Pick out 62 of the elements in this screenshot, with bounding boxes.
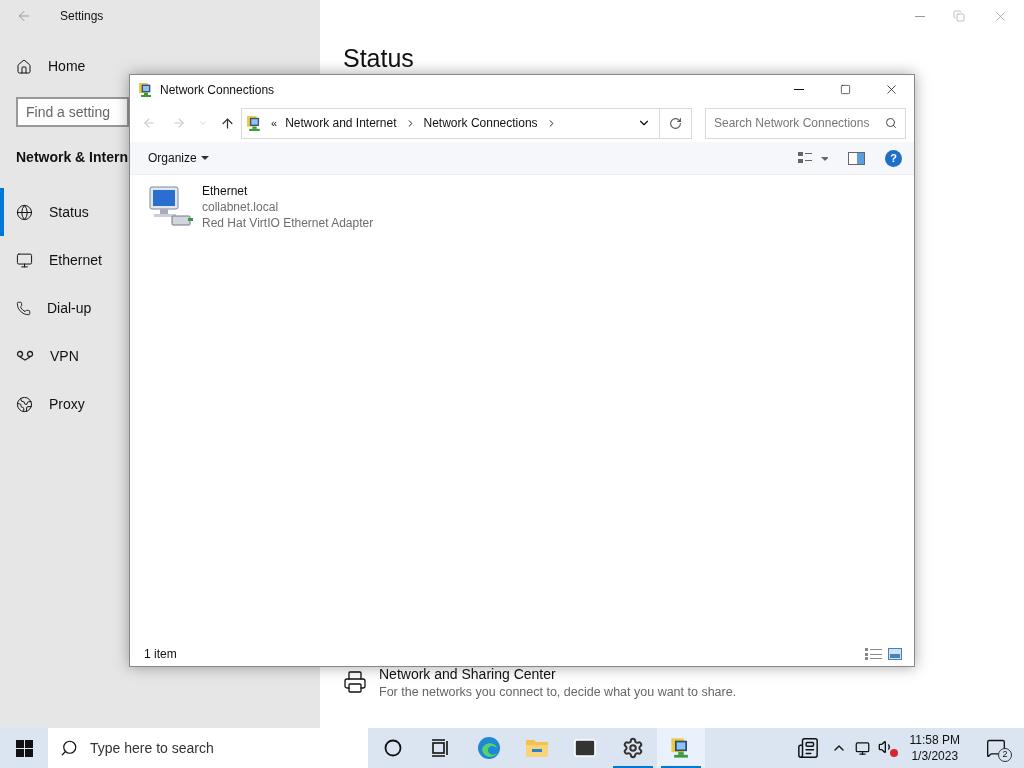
connection-item[interactable]: Ethernet collabnet.local Red Hat VirtIO Ethernet Adapter (148, 183, 388, 231)
clock-date[interactable]: 1/3/2023 (911, 748, 959, 764)
item-domain: collabnet.local (202, 199, 280, 215)
address-bar[interactable]: « Network and Internet Network Connections (241, 107, 692, 139)
search-icon (60, 739, 78, 757)
vpn-icon (16, 350, 34, 362)
breadcrumb-item[interactable]: Network and Internet (285, 114, 397, 132)
large-icons-view-icon[interactable] (888, 648, 902, 660)
printer-folder-icon (343, 670, 367, 695)
maximize-icon (839, 84, 851, 95)
globe-icon (16, 395, 33, 413)
preview-pane-icon[interactable] (848, 151, 865, 165)
nav-item[interactable]: Status (0, 188, 89, 236)
search-icon (885, 117, 897, 129)
section-title: Network & Intern (16, 148, 128, 167)
taskbar-search-field[interactable]: Type here to search (48, 728, 368, 768)
search-field[interactable]: Find a setting (16, 97, 129, 127)
link-description: For the networks you connect to, decide what you want to share. (379, 684, 737, 702)
home-link[interactable]: Home (0, 56, 320, 77)
network-computer-icon (148, 183, 194, 229)
windows-icon (15, 739, 33, 757)
nav-item[interactable]: VPN (0, 332, 79, 380)
up-icon[interactable] (220, 115, 235, 131)
minimize-icon (794, 89, 804, 90)
folder-icon (525, 737, 549, 759)
muted-volume-icon[interactable] (877, 739, 898, 757)
taskbar-app-button[interactable] (657, 728, 705, 768)
news-icon[interactable] (796, 737, 819, 759)
window-title: Settings (60, 8, 104, 25)
task-view-icon (431, 739, 451, 757)
breadcrumb-item[interactable]: Network Connections (423, 114, 538, 132)
nav-item[interactable]: Ethernet (0, 236, 102, 284)
monitor-icon (16, 251, 33, 269)
item-name: Ethernet (202, 183, 249, 199)
edge-icon (477, 736, 501, 760)
page-title: Status (343, 46, 414, 71)
item-adapter: Red Hat VirtIO Ethernet Adapter (202, 215, 374, 231)
details-view-icon[interactable] (865, 648, 882, 660)
network-folder-icon (246, 114, 263, 132)
link-title[interactable]: Network and Sharing Center (379, 666, 556, 684)
refresh-icon[interactable] (669, 116, 682, 130)
globe-icon (16, 203, 33, 221)
clock-time[interactable]: 11:58 PM (909, 732, 960, 748)
help-icon[interactable]: ? (885, 149, 902, 167)
nav-item[interactable]: Proxy (0, 380, 85, 428)
home-icon (16, 58, 32, 75)
network-icon[interactable] (854, 740, 870, 756)
network-folder-icon (138, 81, 154, 98)
view-options-icon[interactable] (798, 151, 828, 165)
search-field[interactable]: Search Network Connections (705, 107, 906, 139)
window-title: Network Connections (160, 81, 275, 99)
circle-icon (384, 739, 402, 757)
message-icon (986, 738, 1006, 758)
settings-icon (622, 737, 644, 759)
nav-item[interactable]: Dial-up (0, 284, 92, 332)
status-bar-text: 1 item (144, 646, 177, 663)
organize-button[interactable]: Organize (148, 149, 209, 167)
notification-count: 2 (998, 748, 1012, 762)
notifications-button[interactable]: 2 (980, 728, 1012, 768)
minimize-icon[interactable] (915, 15, 925, 17)
phone-icon (16, 300, 31, 316)
chevron-icon: « (271, 117, 278, 129)
